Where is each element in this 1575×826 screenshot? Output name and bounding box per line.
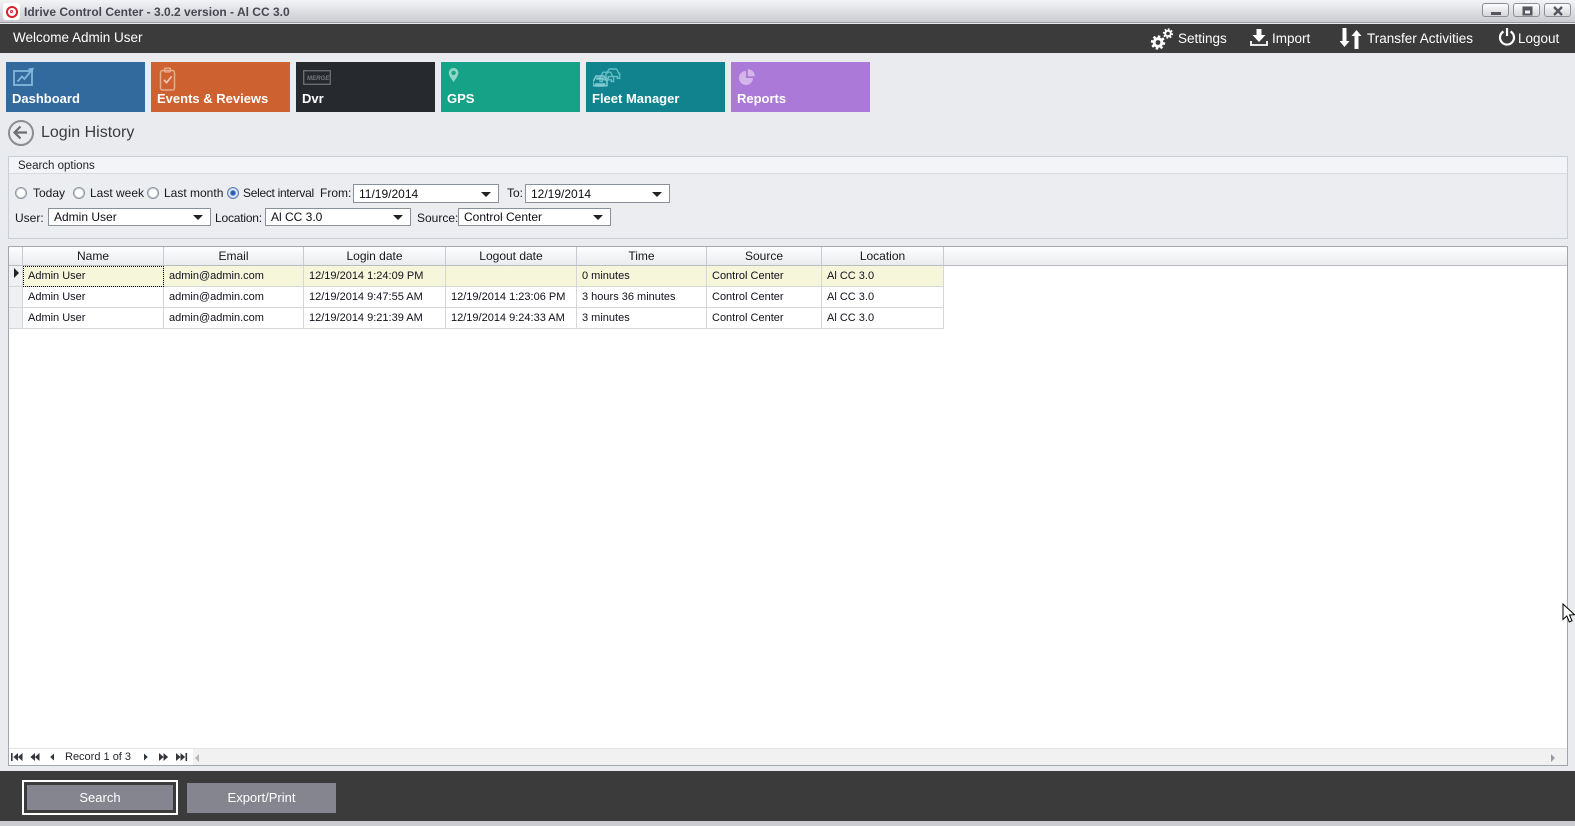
svg-text:MERGE: MERGE bbox=[307, 75, 330, 82]
